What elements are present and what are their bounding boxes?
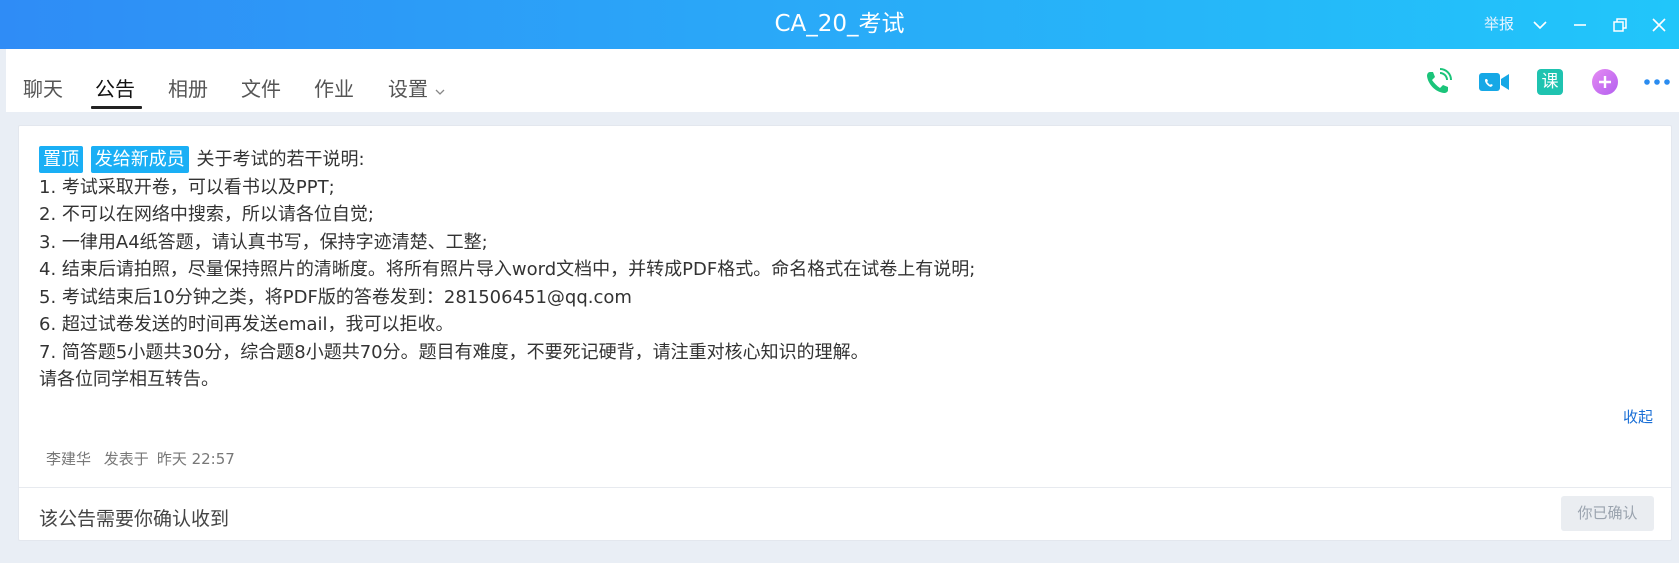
window-title: CA_20_考试: [774, 11, 905, 37]
title-bar: CA_20_考试 举报: [0, 0, 1679, 49]
class-icon[interactable]: 课: [1535, 67, 1565, 97]
announcement-line: 2. 不可以在网络中搜索，所以请各位自觉;: [39, 204, 374, 225]
report-button[interactable]: 举报: [1484, 13, 1514, 34]
new-member-badge: 发给新成员: [90, 146, 189, 173]
tab-settings-label: 设置: [388, 77, 428, 101]
confirmed-button[interactable]: 你已确认: [1561, 496, 1654, 531]
tab-bar: 聊天 公告 相册 文件 作业 设置 课: [6, 49, 1679, 112]
chevron-down-icon[interactable]: [1529, 14, 1551, 36]
announcement-line: 5. 考试结束后10分钟之类，将PDF版的答卷发到：281506451@qq.c…: [39, 286, 632, 308]
tab-chat[interactable]: 聊天: [23, 73, 63, 102]
post-meta: 李建华 发表于 昨天 22:57: [46, 448, 243, 469]
add-app-icon[interactable]: [1590, 67, 1620, 97]
announcement-header-line: 置顶 发给新成员 关于考试的若干说明:: [39, 146, 1639, 174]
announcement-line: 4. 结束后请拍照，尽量保持照片的清晰度。将所有照片导入word文档中，并转成P…: [39, 259, 976, 280]
announcement-line: 请各位同学相互转告。: [39, 369, 219, 390]
posted-label: 发表于: [103, 450, 149, 468]
tab-album[interactable]: 相册: [168, 73, 208, 102]
announcement-body: 置顶 发给新成员 关于考试的若干说明: 1. 考试采取开卷，可以看书以及PPT;…: [39, 146, 1639, 394]
class-icon-label: 课: [1541, 72, 1559, 92]
video-call-icon[interactable]: [1478, 67, 1509, 97]
announcement-line: 1. 考试采取开卷，可以看书以及PPT;: [39, 176, 335, 198]
announcement-line: 7. 简答题5小题共30分，综合题8小题共70分。题目有难度，不要死记硬背，请注…: [39, 341, 869, 363]
pinned-badge: 置顶: [39, 146, 83, 173]
chevron-down-icon: [434, 79, 446, 103]
close-icon[interactable]: [1648, 14, 1670, 36]
tab-settings[interactable]: 设置: [388, 73, 446, 103]
active-tab-indicator: [91, 106, 142, 109]
tab-homework[interactable]: 作业: [314, 73, 354, 102]
minimize-icon[interactable]: [1569, 14, 1591, 36]
divider: [19, 487, 1671, 488]
author-name[interactable]: 李建华: [46, 450, 91, 468]
tab-files[interactable]: 文件: [241, 73, 281, 102]
restore-icon[interactable]: [1609, 14, 1631, 36]
posted-time: 昨天 22:57: [156, 450, 235, 468]
more-icon[interactable]: [1642, 67, 1672, 97]
confirm-prompt: 该公告需要你确认收到: [39, 508, 230, 530]
announcement-title: 关于考试的若干说明:: [196, 149, 365, 170]
collapse-link[interactable]: 收起: [1623, 406, 1653, 427]
announcement-line: 3. 一律用A4纸答题，请认真书写，保持字迹清楚、工整;: [39, 231, 488, 253]
announcement-line: 6. 超过试卷发送的时间再发送email，我可以拒收。: [39, 314, 454, 335]
voice-call-icon[interactable]: [1423, 67, 1453, 97]
tab-announcement[interactable]: 公告: [95, 73, 135, 102]
announcement-card: 置顶 发给新成员 关于考试的若干说明: 1. 考试采取开卷，可以看书以及PPT;…: [18, 125, 1672, 541]
